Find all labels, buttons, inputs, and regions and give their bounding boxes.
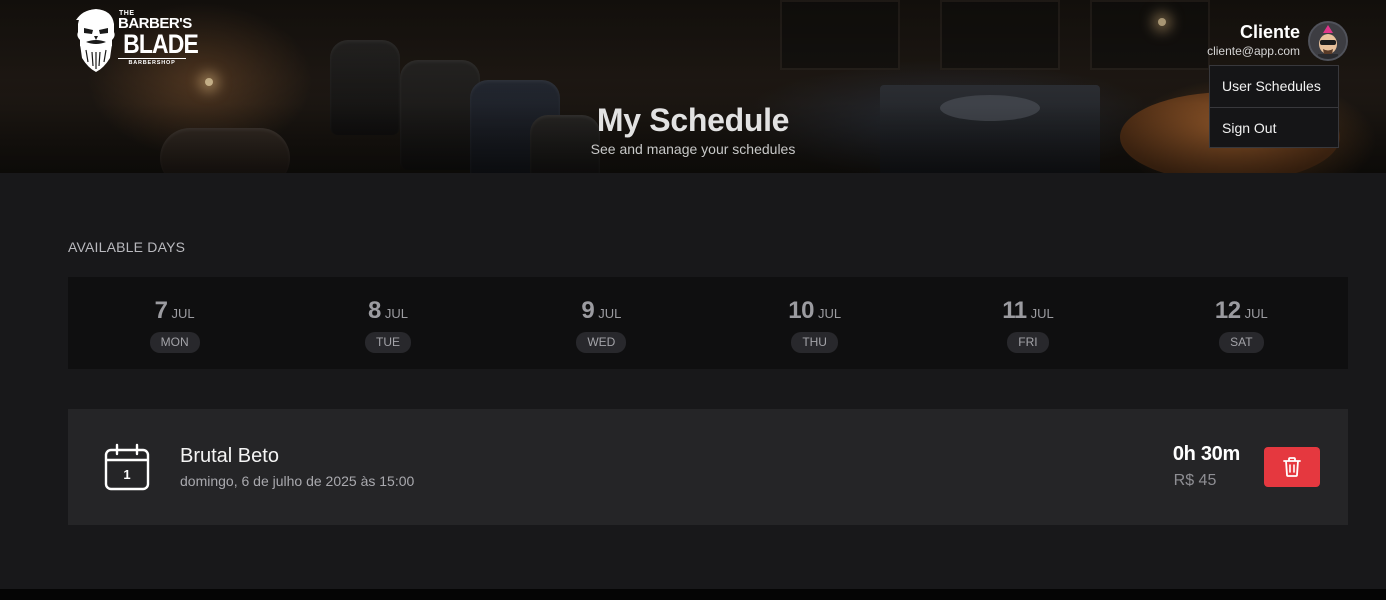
user-email: cliente@app.com <box>1207 44 1300 58</box>
user-menu: User Schedules Sign Out <box>1209 65 1339 148</box>
punk-avatar-icon <box>1310 23 1346 59</box>
available-days-bar: 7 JUL MON 8 JUL TUE 9 JUL WED 10 JUL THU <box>68 277 1348 369</box>
appointment-barber: Brutal Beto <box>180 445 279 467</box>
day-month: JUL <box>817 306 842 321</box>
weekday-badge: TUE <box>364 332 411 353</box>
weekday-badge: WED <box>576 332 627 353</box>
weekday-badge: MON <box>149 332 200 353</box>
day-date: 7 JUL <box>154 297 195 324</box>
day-option-wed[interactable]: 9 JUL WED <box>495 277 708 369</box>
day-option-thu[interactable]: 10 JUL THU <box>708 277 921 369</box>
page-subtitle: See and manage your schedules <box>590 141 796 157</box>
day-month: JUL <box>171 306 195 321</box>
day-date: 10 JUL <box>788 297 842 324</box>
appointment-datetime: domingo, 6 de julho de 2025 às 15:00 <box>180 473 415 489</box>
day-number: 12 <box>1214 297 1241 324</box>
brand-wordmark: THE BARBER'S BLADE BARBERSHOP <box>118 10 199 66</box>
day-month: JUL <box>384 306 408 321</box>
calendar-icon-day: 1 <box>123 467 131 482</box>
day-month: JUL <box>598 306 622 321</box>
day-date: 12 JUL <box>1214 297 1268 324</box>
day-date: 11 JUL <box>1002 297 1054 324</box>
page: THE BARBER'S BLADE BARBERSHOP My Schedul… <box>0 0 1386 600</box>
day-option-fri[interactable]: 11 JUL FRI <box>921 277 1134 369</box>
day-number: 9 <box>581 297 595 324</box>
day-number: 10 <box>788 297 814 324</box>
day-number: 8 <box>368 297 381 324</box>
calendar-icon: 1 <box>104 443 150 491</box>
brand-barbershop: BARBERSHOP <box>118 58 186 66</box>
menu-item-user-schedules[interactable]: User Schedules <box>1210 66 1338 107</box>
day-date: 9 JUL <box>581 297 622 324</box>
day-month: JUL <box>1244 306 1268 321</box>
trash-icon <box>1283 457 1301 477</box>
appointment-price: R$ 45 <box>1173 472 1217 489</box>
user-name: Cliente <box>1239 22 1300 42</box>
day-option-mon[interactable]: 7 JUL MON <box>68 277 281 369</box>
appointment-duration: 0h 30m <box>1172 443 1240 465</box>
day-number: 7 <box>154 297 168 324</box>
menu-item-sign-out[interactable]: Sign Out <box>1210 107 1338 148</box>
page-title: My Schedule <box>596 102 790 138</box>
appointment-card: 1 Brutal Beto domingo, 6 de julho de 202… <box>68 409 1348 525</box>
day-month: JUL <box>1030 306 1054 321</box>
day-number: 11 <box>1002 297 1027 324</box>
day-date: 8 JUL <box>368 297 408 324</box>
available-days-label: AVAILABLE DAYS <box>68 239 186 255</box>
weekday-badge: FRI <box>1007 332 1049 353</box>
day-option-tue[interactable]: 8 JUL TUE <box>281 277 494 369</box>
brand-logo[interactable]: THE BARBER'S BLADE BARBERSHOP <box>72 6 199 76</box>
weekday-badge: SAT <box>1219 332 1264 353</box>
hero-banner: THE BARBER'S BLADE BARBERSHOP My Schedul… <box>0 0 1386 173</box>
brand-blade: BLADE <box>123 29 199 59</box>
day-option-sat[interactable]: 12 JUL SAT <box>1135 277 1348 369</box>
delete-appointment-button[interactable] <box>1264 447 1320 487</box>
weekday-badge: THU <box>791 332 838 353</box>
user-avatar-button[interactable] <box>1308 21 1348 61</box>
footer <box>0 589 1386 600</box>
bearded-skull-icon <box>76 9 115 72</box>
